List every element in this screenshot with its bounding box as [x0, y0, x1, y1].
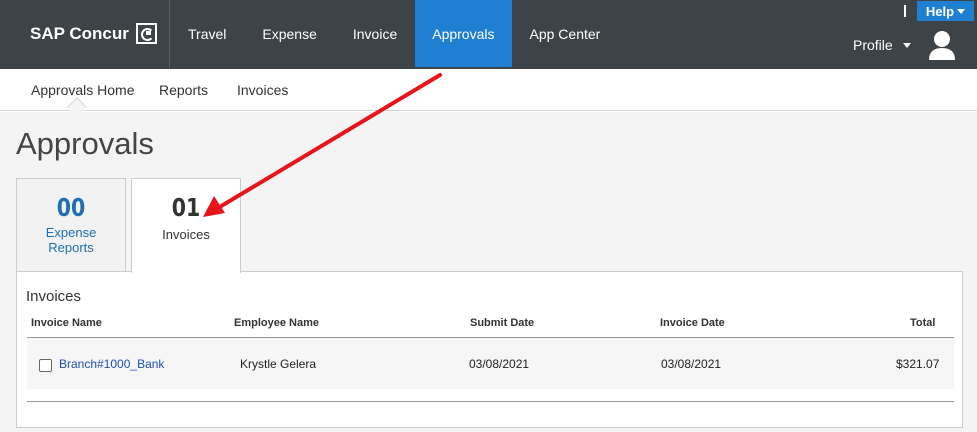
invoices-panel-title: Invoices [26, 288, 82, 305]
chevron-down-icon [902, 42, 911, 48]
submit-date-cell: 03/08/2021 [469, 357, 530, 371]
brand-name: SAP Concur [30, 23, 129, 43]
nav-expense[interactable]: Expense [244, 0, 334, 67]
column-header-employee-name[interactable]: Employee Name [234, 317, 319, 329]
page-title: Approvals [16, 126, 154, 161]
column-header-total[interactable]: Total [910, 317, 935, 329]
help-button[interactable]: Help [917, 1, 974, 21]
expense-reports-count: 00 [56, 193, 86, 222]
chevron-down-icon [957, 8, 966, 14]
nav-approvals[interactable]: Approvals [415, 0, 512, 67]
tab-invoices[interactable]: 01 Invoices [131, 178, 241, 273]
employee-name-cell: Krystle Gelera [240, 357, 317, 371]
column-header-submit-date[interactable]: Submit Date [470, 317, 534, 329]
table-row[interactable]: Branch#1000_Bank Krystle Gelera 03/08/20… [27, 338, 954, 389]
column-header-invoice-name[interactable]: Invoice Name [31, 317, 102, 329]
profile-menu[interactable]: Profile [853, 37, 911, 53]
invoices-panel: Invoices Invoice Name Employee Name Subm… [16, 271, 963, 428]
invoice-date-cell: 03/08/2021 [661, 357, 722, 371]
table-footer-divider [27, 401, 954, 402]
help-label: Help [925, 3, 955, 19]
row-select-checkbox[interactable] [39, 359, 52, 372]
top-bar: SAP Concur Travel Expense Invoice Approv… [0, 0, 977, 69]
nav-invoice[interactable]: Invoice [335, 0, 415, 67]
expense-reports-label-line1: Expense [45, 225, 97, 240]
help-divider [904, 5, 906, 17]
concur-logo-icon [135, 23, 157, 44]
sap-concur-logo[interactable]: SAP Concur [30, 23, 157, 44]
invoices-tab-label: Invoices [162, 227, 210, 242]
subnav-invoices[interactable]: Invoices [237, 82, 288, 98]
profile-label: Profile [853, 37, 893, 53]
nav-app-center[interactable]: App Center [512, 0, 619, 67]
expense-reports-label-line2: Reports [48, 240, 94, 255]
user-avatar-icon[interactable] [928, 29, 956, 62]
tab-expense-reports[interactable]: 00 Expense Reports [16, 178, 126, 272]
nav-travel[interactable]: Travel [170, 0, 244, 67]
subnav-reports[interactable]: Reports [159, 82, 208, 98]
expense-reports-label: Expense Reports [17, 225, 125, 255]
invoices-count: 01 [171, 193, 201, 222]
subnav-approvals-home[interactable]: Approvals Home [31, 82, 135, 98]
total-cell: $321.07 [896, 357, 940, 371]
column-header-invoice-date[interactable]: Invoice Date [660, 317, 725, 329]
main-nav: Travel Expense Invoice Approvals App Cen… [170, 0, 618, 67]
invoice-name-link[interactable]: Branch#1000_Bank [59, 357, 164, 371]
sub-nav: Approvals Home Reports Invoices [0, 69, 977, 111]
